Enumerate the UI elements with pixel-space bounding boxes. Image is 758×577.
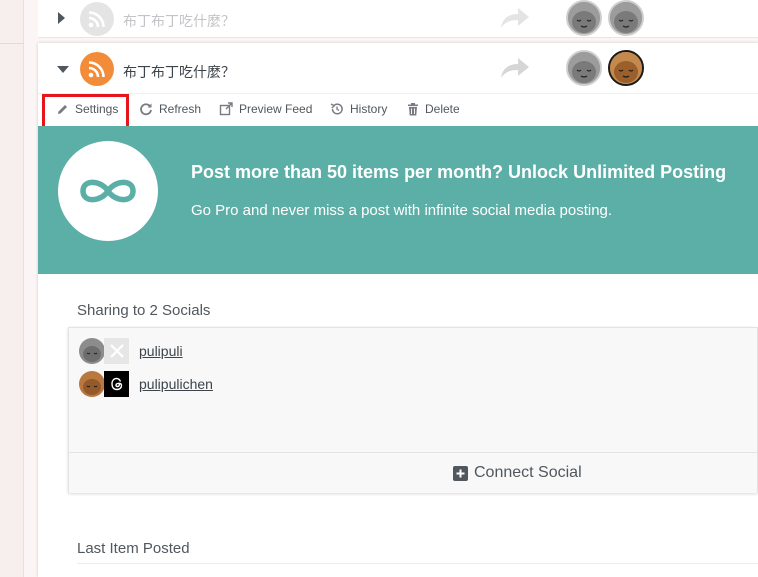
preview-feed-button[interactable]: Preview Feed — [219, 102, 312, 116]
infinity-icon — [58, 141, 158, 241]
divider — [77, 563, 758, 564]
refresh-button[interactable]: Refresh — [139, 102, 201, 116]
refresh-icon — [140, 103, 152, 116]
social-account-row: pulipuli — [79, 338, 183, 364]
avatar — [608, 0, 644, 36]
delete-button[interactable]: Delete — [407, 102, 460, 116]
social-account-link[interactable]: pulipulichen — [139, 376, 213, 392]
last-item-heading: Last Item Posted — [77, 540, 190, 557]
feed-card-expanded: 布丁布丁吃什麼？ Settings Refresh Preview Feed H… — [38, 43, 758, 577]
socials-list: pulipuli pulipulichen Connect Social — [68, 327, 758, 493]
avatar — [79, 371, 105, 397]
rss-icon — [80, 2, 114, 36]
x-icon — [104, 338, 129, 364]
avatar — [79, 338, 105, 364]
history-button[interactable]: History — [330, 102, 387, 116]
sharing-heading: Sharing to 2 Socials — [77, 302, 211, 319]
preview-feed-label: Preview Feed — [239, 102, 313, 116]
social-avatar-pair — [79, 338, 129, 364]
collapse-caret-icon[interactable] — [57, 66, 69, 73]
refresh-label: Refresh — [159, 102, 202, 116]
plus-square-icon — [453, 465, 468, 481]
trash-icon — [408, 102, 418, 115]
promo-subtitle: Go Pro and never miss a post with infini… — [191, 202, 613, 219]
delete-label: Delete — [425, 102, 460, 116]
history-icon — [330, 103, 343, 115]
upgrade-promo-banner[interactable]: Post more than 50 items per month? Unloc… — [38, 126, 758, 274]
left-sidebar-edge — [0, 0, 24, 577]
social-avatar-pair — [79, 371, 129, 397]
share-arrow-icon — [501, 58, 529, 78]
feed-title[interactable]: 布丁布丁吃什麼？ — [123, 62, 235, 82]
social-account-row: pulipulichen — [79, 371, 213, 397]
settings-highlight-box — [42, 94, 129, 130]
avatar — [608, 50, 644, 86]
connect-social-bar: Connect Social — [69, 452, 757, 493]
feed-title[interactable]: 布丁布丁吃什麼？ — [123, 11, 235, 31]
rss-icon — [80, 52, 114, 86]
expand-caret-icon[interactable] — [58, 12, 65, 24]
history-label: History — [350, 102, 388, 116]
connect-social-button[interactable]: Connect Social — [453, 464, 582, 482]
threads-icon — [104, 371, 129, 397]
feed-row-collapsed[interactable]: 布丁布丁吃什麼？ — [38, 0, 758, 38]
avatar — [566, 0, 602, 36]
avatar — [566, 50, 602, 86]
feed-toolbar: Settings Refresh Preview Feed History De… — [38, 93, 758, 130]
social-account-link[interactable]: pulipuli — [139, 343, 183, 359]
promo-title: Post more than 50 items per month? Unloc… — [191, 162, 727, 182]
share-arrow-icon — [501, 8, 529, 28]
external-link-icon — [219, 102, 233, 116]
connect-social-label: Connect Social — [474, 464, 582, 481]
